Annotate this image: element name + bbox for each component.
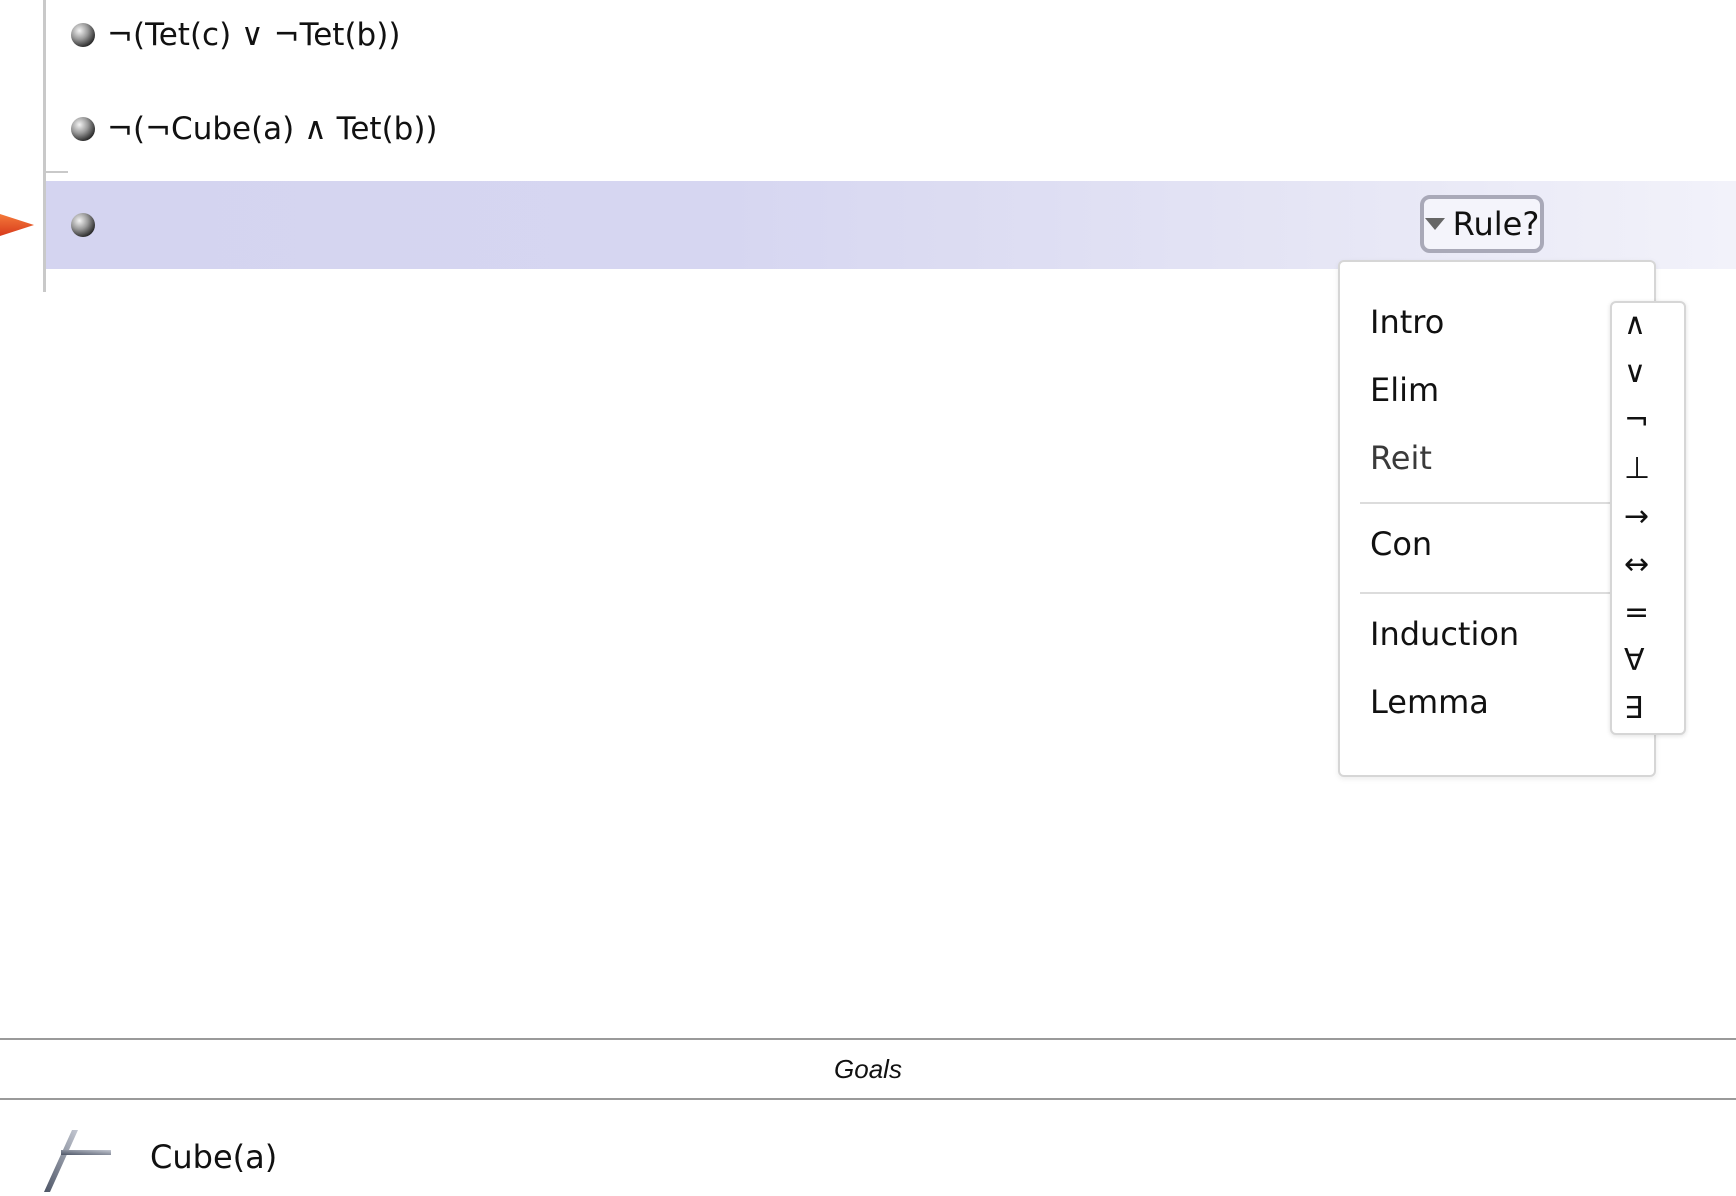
menu-item-intro[interactable]: Intro [1370,303,1444,341]
connective-exists[interactable]: ∃ [1624,691,1664,726]
step-bullet-icon[interactable] [71,23,95,47]
turnstile-icon [44,1130,111,1192]
menu-item-con[interactable]: Con [1370,525,1432,563]
menu-item-reit[interactable]: Reit [1370,439,1432,477]
rule-button[interactable]: Rule? [1420,195,1544,253]
connective-not[interactable]: ¬ [1624,403,1664,438]
fitch-bar [46,171,68,173]
connective-iff[interactable]: ↔ [1624,547,1664,582]
rule-button-label: Rule? [1452,205,1540,243]
goals-header: Goals [0,1038,1736,1100]
step-bullet-icon[interactable] [71,117,95,141]
connective-submenu: ∧ ∨ ¬ ⊥ → ↔ = ∀ ∃ [1610,301,1686,735]
connective-identity[interactable]: = [1624,595,1664,630]
focus-arrow-icon [0,214,34,236]
goals-title: Goals [834,1053,902,1084]
menu-divider [1360,502,1612,504]
premise-sentence[interactable]: ¬(¬Cube(a) ∧ Tet(b)) [107,111,438,147]
menu-item-elim[interactable]: Elim [1370,371,1439,409]
rule-menu: Intro Elim Reit Con Induction Lemma [1338,260,1656,777]
connective-forall[interactable]: ∀ [1624,643,1664,678]
step-bullet-icon[interactable] [71,213,95,237]
premise-sentence[interactable]: ¬(Tet(c) ∨ ¬Tet(b)) [107,17,400,53]
goal-sentence[interactable]: Cube(a) [150,1138,277,1176]
menu-item-lemma[interactable]: Lemma [1370,683,1489,721]
connective-or[interactable]: ∨ [1624,355,1664,390]
chevron-down-icon [1424,218,1445,230]
menu-item-induction[interactable]: Induction [1370,615,1519,653]
connective-and[interactable]: ∧ [1624,307,1664,342]
premise-step-1[interactable]: ¬(Tet(c) ∨ ¬Tet(b)) [46,5,400,65]
premise-step-2[interactable]: ¬(¬Cube(a) ∧ Tet(b)) [46,99,438,159]
connective-bottom[interactable]: ⊥ [1624,451,1664,486]
proof-area: ¬(Tet(c) ∨ ¬Tet(b)) ¬(¬Cube(a) ∧ Tet(b))… [0,0,1736,1040]
menu-divider [1360,592,1612,594]
connective-implies[interactable]: → [1624,499,1664,534]
